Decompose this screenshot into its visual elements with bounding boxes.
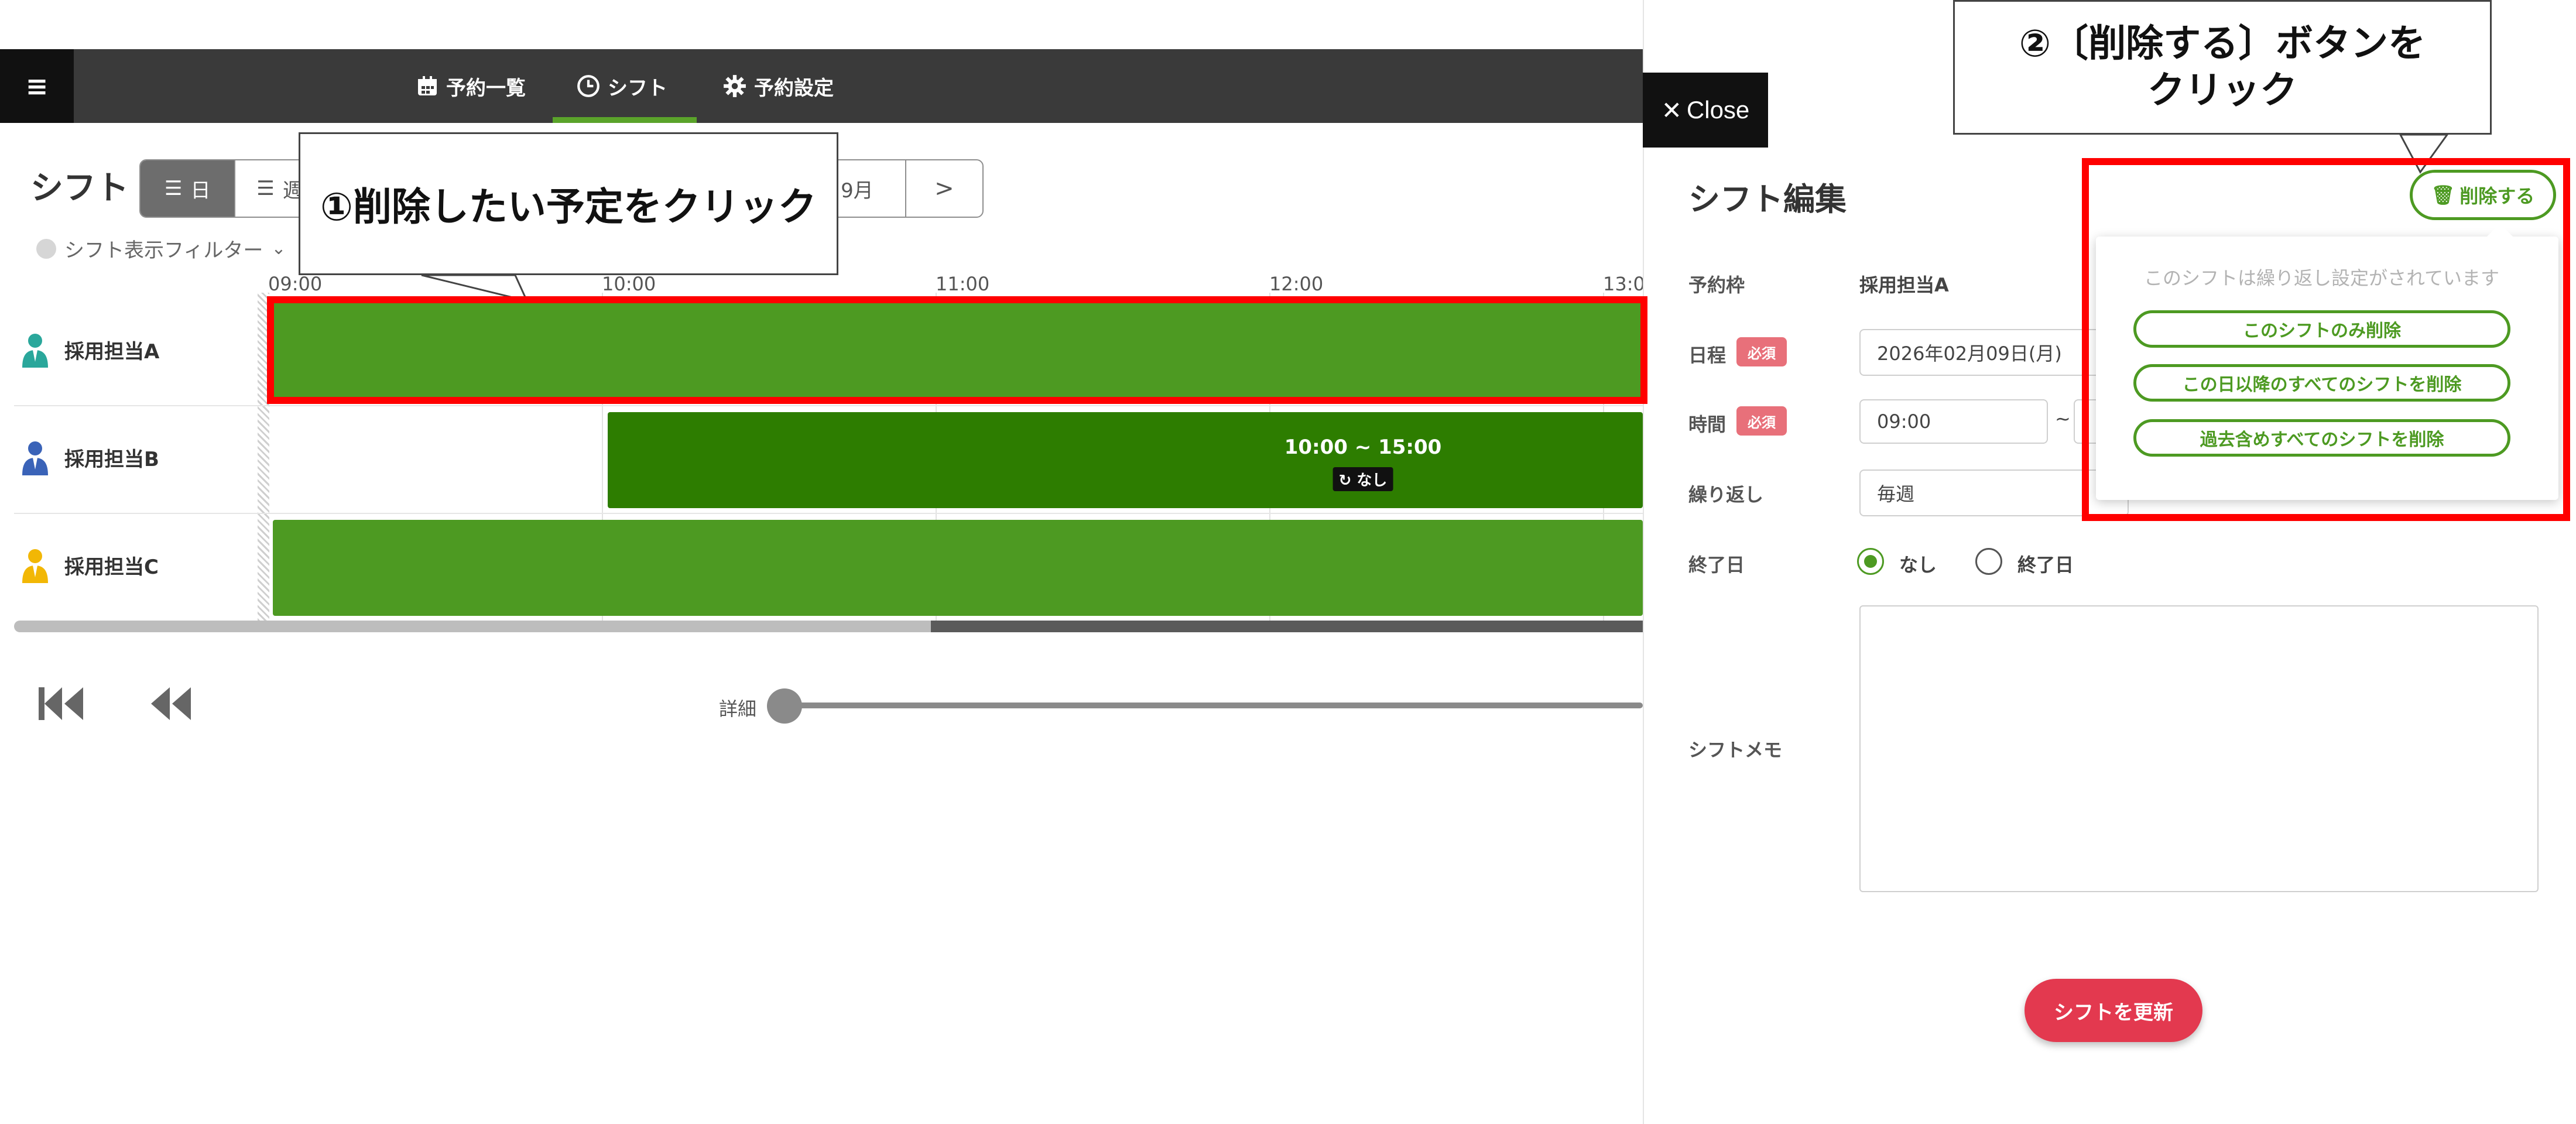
callout-step-2: ②〔削除する〕ボタンを クリック	[1953, 0, 2492, 135]
callout-step-1: ①削除したい予定をクリック	[299, 132, 838, 275]
callout-step-2-line1: ②〔削除する〕ボタンを	[2019, 22, 2426, 66]
highlight-shift-a	[267, 296, 1647, 404]
highlight-delete-area	[2082, 158, 2570, 521]
callout-step-2-line2: クリック	[2147, 69, 2297, 112]
